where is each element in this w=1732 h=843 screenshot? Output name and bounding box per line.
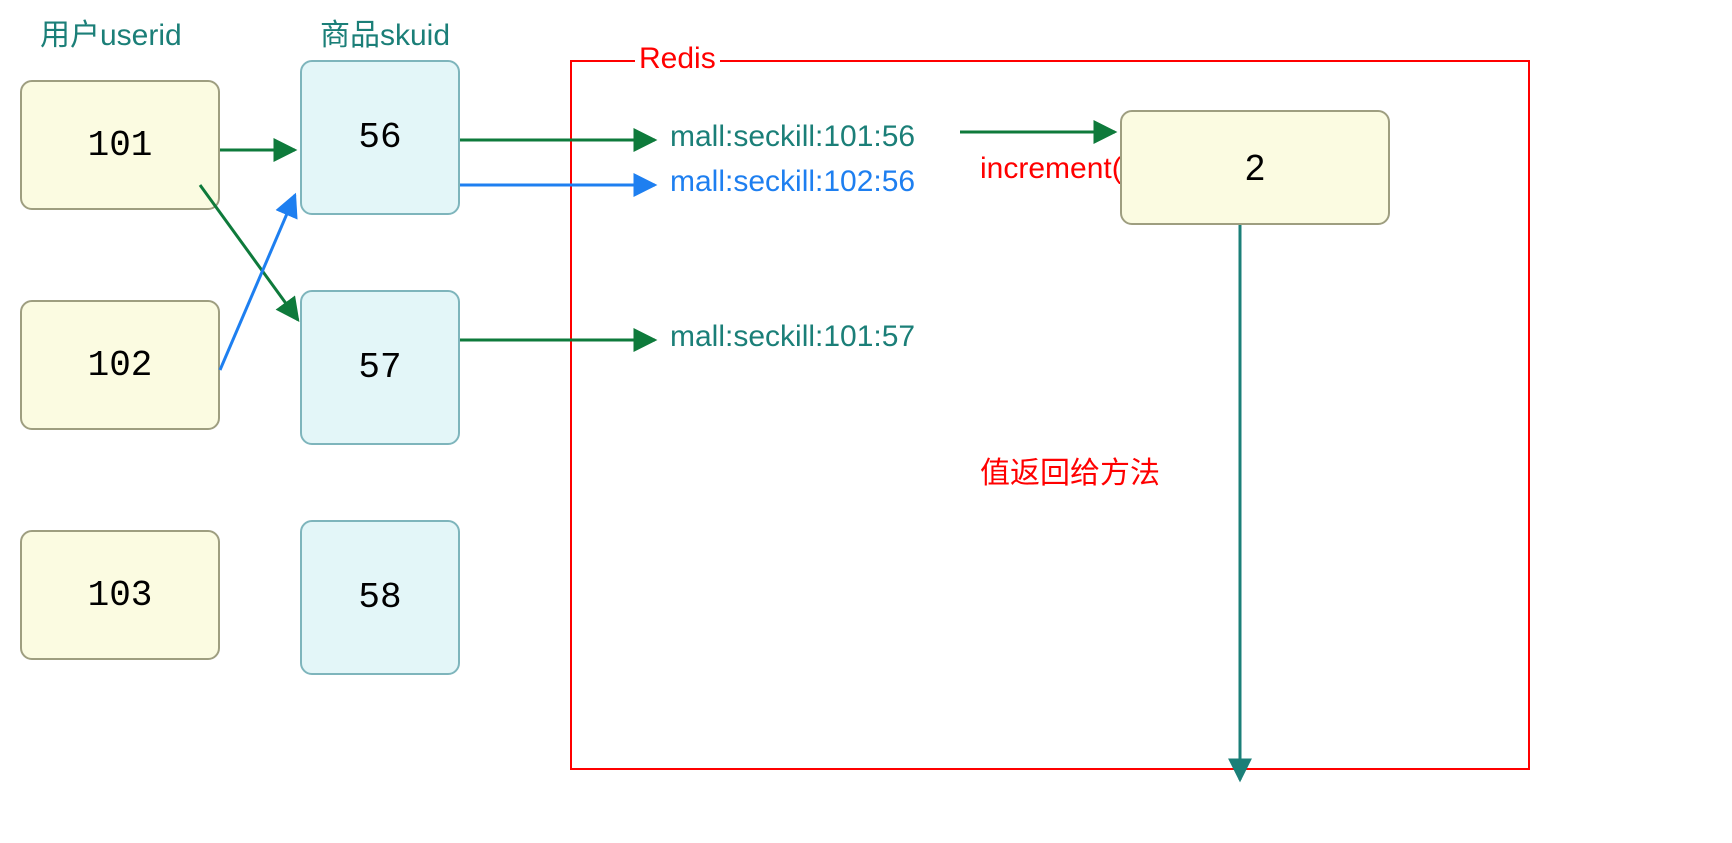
sku-box-58: 58 [300,520,460,675]
redis-value: 2 [1245,147,1265,189]
redis-title: Redis [635,42,720,76]
redis-key-1: mall:seckill:101:56 [670,120,915,154]
user-box-101: 101 [20,80,220,210]
sku-56-value: 56 [358,117,401,158]
redis-key-2: mall:seckill:102:56 [670,165,915,199]
sku-57-value: 57 [358,347,401,388]
increment-label: increment() [980,152,1132,186]
user-box-103: 103 [20,530,220,660]
user-box-102: 102 [20,300,220,430]
user-header-label: 用户userid [40,10,182,54]
sku-header-label: 商品skuid [320,10,450,54]
user-102-value: 102 [88,345,153,386]
redis-key-3: mall:seckill:101:57 [670,320,915,354]
user-103-value: 103 [88,575,153,616]
return-label: 值返回给方法 [980,448,1160,492]
redis-value-box: 2 [1120,110,1390,225]
sku-box-57: 57 [300,290,460,445]
user-101-value: 101 [88,125,153,166]
sku-box-56: 56 [300,60,460,215]
sku-58-value: 58 [358,577,401,618]
